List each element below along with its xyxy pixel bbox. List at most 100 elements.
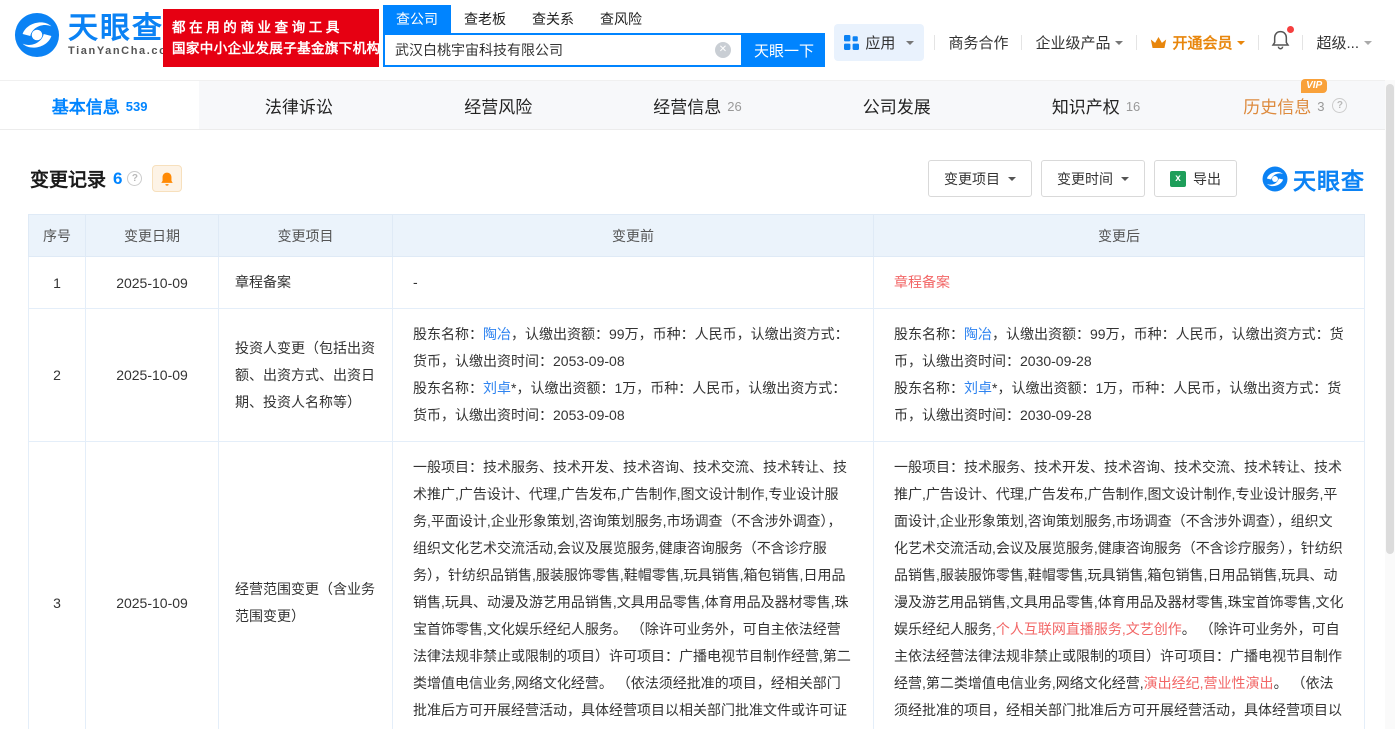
tab-count: 16	[1126, 99, 1140, 114]
section-title: 变更记录	[30, 165, 106, 192]
changed-text: 章程备案	[894, 274, 950, 290]
notification-bell-button[interactable]	[1259, 30, 1302, 55]
shareholder-link[interactable]: 陶冶	[964, 326, 992, 342]
table-header-cell: 变更前	[393, 215, 874, 257]
site-header: 天眼查 TianYanCha.com 都在用的商业查询工具 国家中小企业发展子基…	[0, 0, 1395, 80]
company-tab-bar: 基本信息 539 法律诉讼经营风险经营信息26 公司发展 知识产权 16 历史信息VIP3?	[0, 80, 1395, 130]
cell-after: 一般项目：技术服务、技术开发、技术咨询、技术交流、技术转让、技术推广,广告设计、…	[874, 442, 1365, 729]
cell-text: 股东名称：	[894, 380, 964, 396]
section-help-icon[interactable]: ?	[127, 171, 142, 186]
table-row: 12025-10-09章程备案-章程备案	[29, 257, 1365, 309]
table-header-cell: 变更项目	[219, 215, 393, 257]
help-icon[interactable]: ?	[1332, 98, 1347, 113]
watermark-logo: 天眼查	[1262, 162, 1365, 196]
cell-no: 2	[29, 309, 86, 442]
company-tab[interactable]: 知识产权 16	[996, 81, 1195, 129]
cell-item: 章程备案	[219, 257, 393, 309]
search-tab[interactable]: 查公司	[383, 5, 451, 33]
vip-button[interactable]: 开通会员	[1137, 32, 1258, 53]
table-header-cell: 变更日期	[86, 215, 219, 257]
table-row: 32025-10-09经营范围变更（含业务范围变更）一般项目：技术服务、技术开发…	[29, 442, 1365, 729]
watermark-text: 天眼查	[1293, 162, 1365, 196]
change-table-body: 12025-10-09章程备案-章程备案22025-10-09投资人变更（包括出…	[29, 257, 1365, 729]
cell-text: 股东名称：	[413, 326, 483, 342]
filter-time-button[interactable]: 变更时间	[1041, 160, 1145, 197]
tyc-logo[interactable]: 天眼查 TianYanCha.com	[14, 12, 179, 58]
search-input[interactable]	[395, 42, 715, 58]
notification-dot	[1287, 26, 1294, 33]
export-button[interactable]: x 导出	[1154, 160, 1237, 197]
changed-text: 个人互联网直播服务,文艺创作	[996, 621, 1182, 637]
cell-no: 3	[29, 442, 86, 729]
cell-before: -	[393, 257, 874, 309]
cell-after: 股东名称：陶冶，认缴出资额：99万，币种：人民币，认缴出资方式：货币，认缴出资时…	[874, 309, 1365, 442]
section-count: 6	[113, 169, 122, 189]
search-tab[interactable]: 查关系	[519, 5, 587, 33]
change-table: 序号变更日期变更项目变更前变更后 12025-10-09章程备案-章程备案220…	[28, 214, 1365, 729]
clear-icon[interactable]: ✕	[715, 42, 731, 58]
tab-label: 知识产权	[1052, 93, 1120, 118]
business-coop-link[interactable]: 商务合作	[935, 32, 1021, 53]
shareholder-link[interactable]: 陶冶	[483, 326, 511, 342]
search-button[interactable]: 天眼一下	[743, 33, 825, 67]
tab-label: 基本信息	[52, 93, 120, 118]
header-nav: 应用 商务合作 企业级产品 开通会员	[834, 24, 1385, 61]
main-content: 变更记录 6 ? 变更项目 变更时间 x 导出	[0, 160, 1395, 729]
cell-date: 2025-10-09	[86, 442, 219, 729]
caret-down-icon	[1237, 41, 1245, 49]
cell-before: 一般项目：技术服务、技术开发、技术咨询、技术交流、技术转让、技术推广,广告设计、…	[393, 442, 874, 729]
cell-text: 股东名称：	[894, 326, 964, 342]
slogan-line-1: 都在用的商业查询工具	[172, 17, 370, 38]
bell-icon	[160, 171, 174, 187]
apps-button[interactable]: 应用	[834, 24, 924, 61]
search-area: 查公司查老板查关系查风险 ✕ 天眼一下	[383, 5, 825, 67]
company-tab[interactable]: 法律诉讼	[199, 81, 398, 129]
slogan-badge: 都在用的商业查询工具 国家中小企业发展子基金旗下机构	[163, 9, 379, 67]
cell-after: 章程备案	[874, 257, 1365, 309]
tab-count: 26	[727, 99, 741, 114]
caret-down-icon	[1364, 41, 1372, 49]
company-tab[interactable]: 历史信息VIP3?	[1196, 81, 1395, 129]
section-actions: 变更项目 变更时间 x 导出 天眼查	[928, 160, 1365, 197]
cell-before: 股东名称：陶冶，认缴出资额：99万，币种：人民币，认缴出资方式：货币，认缴出资时…	[393, 309, 874, 442]
shareholder-link[interactable]: 刘卓	[964, 380, 992, 396]
crown-icon	[1150, 35, 1167, 50]
tab-label: 历史信息VIP	[1243, 93, 1311, 118]
filter-project-button[interactable]: 变更项目	[928, 160, 1032, 197]
table-header-cell: 序号	[29, 215, 86, 257]
cell-item: 经营范围变更（含业务范围变更）	[219, 442, 393, 729]
cell-no: 1	[29, 257, 86, 309]
company-tab[interactable]: 经营风险	[399, 81, 598, 129]
logo-swirl-icon	[1262, 166, 1288, 192]
company-tab[interactable]: 公司发展	[797, 81, 996, 129]
cell-text: 一般项目：技术服务、技术开发、技术咨询、技术交流、技术转让、技术推广,广告设计、…	[894, 459, 1344, 637]
slogan-line-2: 国家中小企业发展子基金旗下机构	[172, 38, 370, 59]
changed-text: 演出经纪,营业性演出	[1144, 675, 1274, 691]
caret-down-icon	[1115, 41, 1123, 49]
cell-date: 2025-10-09	[86, 309, 219, 442]
search-tab[interactable]: 查老板	[451, 5, 519, 33]
table-header-cell: 变更后	[874, 215, 1365, 257]
cell-text: 一般项目：技术服务、技术开发、技术咨询、技术交流、技术转让、技术推广,广告设计、…	[413, 459, 851, 729]
caret-down-icon	[1008, 177, 1016, 185]
scrollbar-thumb[interactable]	[1386, 84, 1394, 554]
search-tabs: 查公司查老板查关系查风险	[383, 5, 825, 33]
notification-bell-icon	[1271, 30, 1290, 50]
tab-label: 公司发展	[863, 93, 931, 118]
company-tab[interactable]: 经营信息26	[598, 81, 797, 129]
scrollbar[interactable]	[1385, 80, 1395, 729]
tab-count: 539	[126, 99, 148, 114]
excel-icon: x	[1170, 171, 1186, 187]
company-tab[interactable]: 基本信息 539	[0, 81, 199, 129]
enterprise-product-link[interactable]: 企业级产品	[1022, 32, 1136, 53]
cell-date: 2025-10-09	[86, 257, 219, 309]
super-vip-link[interactable]: 超级...	[1303, 32, 1385, 53]
section-header: 变更记录 6 ? 变更项目 变更时间 x 导出	[30, 160, 1365, 197]
vip-badge: VIP	[1301, 79, 1327, 93]
search-tab[interactable]: 查风险	[587, 5, 655, 33]
subscribe-bell-button[interactable]	[152, 165, 182, 192]
shareholder-link[interactable]: 刘卓	[483, 380, 511, 396]
table-header-row: 序号变更日期变更项目变更前变更后	[29, 215, 1365, 257]
cell-text: -	[413, 274, 418, 290]
caret-down-icon	[1121, 177, 1129, 185]
